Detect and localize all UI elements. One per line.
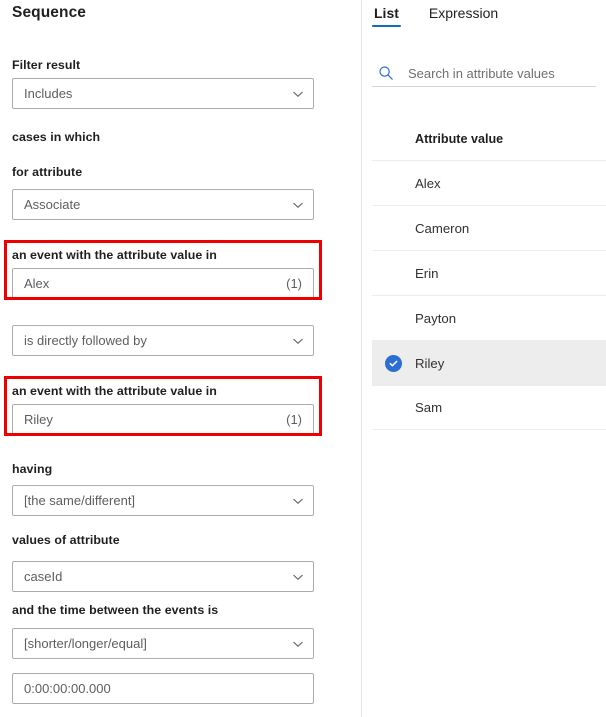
for-attribute-select[interactable]: Associate <box>12 189 314 220</box>
list-item-label: Payton <box>415 310 457 326</box>
second-event-attribute-value-input[interactable]: Riley (1) <box>12 404 314 435</box>
list-item-label: Riley <box>415 355 445 371</box>
for-attribute-value: Associate <box>24 197 81 212</box>
search-icon <box>378 65 394 81</box>
search-input[interactable] <box>408 65 596 81</box>
chevron-down-icon <box>291 637 305 651</box>
list-item[interactable]: Payton <box>372 295 606 340</box>
attribute-values-panel: List Expression Attribute value Alex <box>362 0 606 717</box>
sequence-settings-panel: Sequence Filter result Includes cases in… <box>0 0 362 717</box>
having-value: [the same/different] <box>24 493 136 508</box>
filter-result-select[interactable]: Includes <box>12 78 314 109</box>
list-item[interactable]: Erin <box>372 250 606 295</box>
event-relation-select[interactable]: is directly followed by <box>12 325 314 356</box>
second-event-attribute-value-text: Riley <box>24 412 53 427</box>
first-event-attribute-value-text: Alex <box>24 276 50 291</box>
panel-tabs: List Expression <box>372 2 526 36</box>
time-comparison-select[interactable]: [shorter/longer/equal] <box>12 628 314 659</box>
chevron-down-icon <box>291 570 305 584</box>
page-title: Sequence <box>12 4 87 21</box>
chevron-down-icon <box>291 334 305 348</box>
first-event-attribute-value-input[interactable]: Alex (1) <box>12 268 314 299</box>
first-event-attribute-value-count: (1) <box>286 276 302 291</box>
filter-result-label: Filter result <box>12 58 81 72</box>
tab-expression[interactable]: Expression <box>427 2 500 31</box>
attribute-values-list: Alex Cameron Erin Payton Riley Sam <box>372 160 606 430</box>
list-item[interactable]: Sam <box>372 385 606 430</box>
list-item[interactable]: Alex <box>372 160 606 205</box>
chevron-down-icon <box>291 198 305 212</box>
second-event-attribute-value-label: an event with the attribute value in <box>12 384 217 398</box>
search-bar[interactable] <box>372 60 596 87</box>
attribute-value-column-label: Attribute value <box>415 132 504 146</box>
list-item-selected[interactable]: Riley <box>372 340 606 385</box>
for-attribute-label: for attribute <box>12 165 83 179</box>
list-item-label: Cameron <box>415 220 470 236</box>
second-event-attribute-value-count: (1) <box>286 412 302 427</box>
values-of-attribute-value: caseId <box>24 569 63 584</box>
cases-in-which-label: cases in which <box>12 130 101 144</box>
row-check-slot <box>372 354 415 372</box>
tab-list[interactable]: List <box>372 2 401 31</box>
list-item[interactable]: Cameron <box>372 205 606 250</box>
time-between-events-label: and the time between the events is <box>12 603 219 617</box>
sequence-filter-dialog: Sequence Filter result Includes cases in… <box>0 0 606 717</box>
having-label: having <box>12 462 53 476</box>
list-column-header: Attribute value <box>372 126 606 152</box>
list-item-label: Alex <box>415 175 441 191</box>
duration-value: 0:00:00:00.000 <box>24 681 111 696</box>
chevron-down-icon <box>291 494 305 508</box>
chevron-down-icon <box>291 87 305 101</box>
filter-result-value: Includes <box>24 86 73 101</box>
values-of-attribute-select[interactable]: caseId <box>12 561 314 592</box>
values-of-attribute-label: values of attribute <box>12 533 120 547</box>
duration-input[interactable]: 0:00:00:00.000 <box>12 673 314 704</box>
list-item-label: Sam <box>415 400 443 415</box>
first-event-attribute-value-label: an event with the attribute value in <box>12 248 217 262</box>
event-relation-value: is directly followed by <box>24 333 147 348</box>
time-comparison-value: [shorter/longer/equal] <box>24 636 147 651</box>
list-item-label: Erin <box>415 265 439 281</box>
having-select[interactable]: [the same/different] <box>12 485 314 516</box>
checkmark-icon[interactable] <box>385 354 402 372</box>
